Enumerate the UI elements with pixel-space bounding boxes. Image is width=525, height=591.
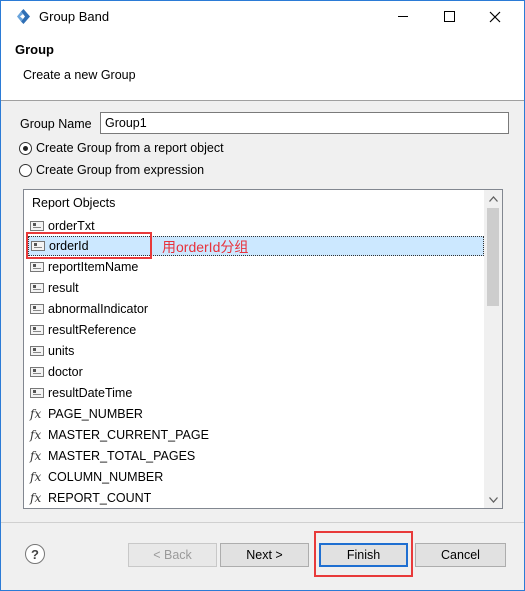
banner-divider (1, 100, 524, 101)
scroll-down-arrow[interactable] (484, 491, 502, 508)
maximize-icon (443, 11, 455, 22)
help-button[interactable]: ? (25, 544, 45, 564)
tree-item-label: MASTER_TOTAL_PAGES (48, 449, 196, 463)
minimize-icon (398, 16, 408, 17)
field-icon (30, 262, 44, 272)
highlight-box-orderid (26, 232, 152, 259)
group-name-label: Group Name (20, 117, 92, 131)
field-icon (30, 346, 44, 356)
banner-title: Group (15, 42, 54, 57)
tree-item[interactable]: resultReference (28, 320, 484, 340)
tree-item-label: resultReference (48, 323, 137, 337)
tree-item[interactable]: units (28, 341, 484, 361)
tree-item-label: doctor (48, 365, 83, 379)
radio-unchecked-icon[interactable] (19, 163, 32, 177)
scroll-thumb[interactable] (487, 208, 499, 306)
highlight-box-finish (314, 531, 413, 577)
tree-item-label: PAGE_NUMBER (48, 407, 143, 421)
tree-item[interactable]: fx COLUMN_NUMBER (28, 467, 484, 487)
tree-item[interactable]: result (28, 278, 484, 298)
field-icon (30, 304, 44, 314)
next-button[interactable]: Next > (220, 543, 309, 567)
scroll-up-arrow[interactable] (484, 190, 502, 207)
function-icon: fx (30, 428, 42, 442)
footer-divider (1, 522, 524, 523)
report-objects-tree[interactable]: Report Objects orderTxt orderId reportIt… (23, 189, 503, 509)
radio-expression[interactable]: Create Group from expression (19, 161, 204, 179)
tree-item-label: result (48, 281, 79, 295)
function-icon: fx (30, 407, 42, 421)
annotation-text: 用orderId分组 (162, 239, 249, 255)
tree-item-label: COLUMN_NUMBER (48, 470, 164, 484)
tree-header: Report Objects (32, 196, 116, 210)
banner-message: Create a new Group (23, 68, 136, 82)
field-icon (30, 283, 44, 293)
tree-item-label: REPORT_COUNT (48, 491, 152, 505)
radio-report-object[interactable]: Create Group from a report object (19, 139, 224, 157)
minimize-button[interactable] (380, 1, 426, 32)
cancel-button[interactable]: Cancel (415, 543, 506, 567)
radio-checked-icon[interactable] (19, 141, 32, 155)
field-icon (30, 221, 44, 231)
tree-item[interactable]: resultDateTime (28, 383, 484, 403)
radio-report-object-label: Create Group from a report object (36, 141, 224, 155)
tree-item-label: abnormalIndicator (48, 302, 149, 316)
tree-item[interactable]: doctor (28, 362, 484, 382)
tree-item[interactable]: reportItemName (28, 257, 484, 277)
tree-item[interactable]: fx MASTER_TOTAL_PAGES (28, 446, 484, 466)
tree-item-label: resultDateTime (48, 386, 133, 400)
group-band-dialog: Group Band Group Create a new Group Grou… (0, 0, 525, 591)
group-name-input[interactable] (100, 112, 509, 134)
field-icon (30, 388, 44, 398)
field-icon (30, 325, 44, 335)
tree-item-label: reportItemName (48, 260, 139, 274)
close-icon (489, 11, 501, 22)
chevron-up-icon (488, 195, 498, 202)
tree-item[interactable]: fx MASTER_CURRENT_PAGE (28, 425, 484, 445)
tree-item[interactable]: fx REPORT_COUNT (28, 488, 484, 508)
vertical-scrollbar[interactable] (484, 190, 502, 508)
field-icon (30, 367, 44, 377)
maximize-button[interactable] (426, 1, 472, 32)
back-button[interactable]: < Back (128, 543, 217, 567)
radio-expression-label: Create Group from expression (36, 163, 205, 177)
chevron-down-icon (488, 496, 498, 503)
window-title: Group Band (39, 9, 110, 24)
title-bar: Group Band (1, 1, 524, 32)
function-icon: fx (30, 491, 42, 505)
tree-item[interactable]: fx PAGE_NUMBER (28, 404, 484, 424)
wizard-banner: Group Create a new Group (1, 32, 524, 100)
tree-item[interactable]: abnormalIndicator (28, 299, 484, 319)
help-icon: ? (31, 546, 39, 562)
tree-item-label: MASTER_CURRENT_PAGE (48, 428, 209, 442)
function-icon: fx (30, 470, 42, 484)
function-icon: fx (30, 449, 42, 463)
close-button[interactable] (472, 1, 518, 32)
app-icon (17, 9, 30, 24)
tree-item-label: units (48, 344, 75, 358)
tree-item-label: orderTxt (48, 219, 95, 233)
